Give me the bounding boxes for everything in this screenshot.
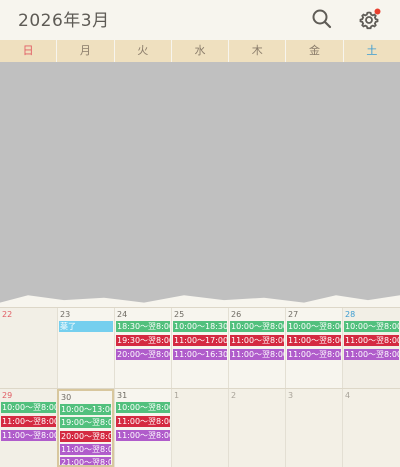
event-bar[interactable]: 11:00〜翌8:00 [230,349,284,360]
event-bar[interactable]: 薬了 [59,321,113,332]
event-bar[interactable]: 11:00〜翌8:00 [1,430,56,441]
event-bar[interactable]: 11:00〜16:30 [173,349,227,360]
event-bar[interactable]: 10:00〜18:30 [173,321,227,332]
day-cell[interactable]: 3 [285,389,342,467]
weekday-header: 日 月 火 水 木 金 土 [0,40,400,62]
day-number: 25 [174,310,185,319]
weekday-sun: 日 [22,44,34,57]
day-number: 28 [345,310,356,319]
event-bar[interactable]: 11:00〜翌8:00 [116,416,170,427]
day-number: 2 [231,391,237,400]
day-cell[interactable]: 31 10:00〜翌8:00 11:00〜翌8:00 11:00〜翌8:00 [114,389,171,467]
day-number: 22 [2,310,13,319]
weekday-tue: 火 [113,40,171,62]
event-bar[interactable]: 11:00〜翌8:00 [230,335,284,346]
search-button[interactable] [307,4,337,34]
notification-dot [374,8,381,15]
calendar-week: 22 23 薬了 24 18:30〜翌8:00 19:30〜翌8:00 20:0… [0,307,400,388]
day-number: 27 [288,310,299,319]
day-cell[interactable]: 27 10:00〜翌8:00 11:00〜翌8:00 11:00〜翌8:00 [285,308,342,388]
event-bar[interactable]: 19:00〜翌8:00 [60,417,111,428]
event-bar[interactable]: 10:00〜翌8:00 [1,402,56,413]
day-cell[interactable]: 4 [342,389,400,467]
day-number: 1 [174,391,180,400]
day-number: 23 [60,310,71,319]
day-number: 24 [117,310,128,319]
event-bar[interactable]: 11:00〜翌8:00 [287,349,341,360]
settings-button[interactable] [355,4,385,34]
day-cell[interactable]: 26 10:00〜翌8:00 11:00〜翌8:00 11:00〜翌8:00 [228,308,285,388]
event-bar[interactable]: 20:00〜翌8:00 [116,349,170,360]
event-bar[interactable]: 10:00〜翌8:00 [287,321,341,332]
weekday-thu: 木 [228,40,285,62]
day-cell[interactable]: 1 [171,389,228,467]
event-bar[interactable]: 20:00〜翌8:00 [60,431,111,442]
day-number: 3 [288,391,294,400]
event-bar[interactable]: 11:00〜翌8:00 [344,335,399,346]
day-cell[interactable]: 28 10:00〜翌8:00 11:00〜翌8:00 11:00〜翌8:00 [342,308,400,388]
day-number: 26 [231,310,242,319]
day-number: 29 [2,391,13,400]
event-bar[interactable]: 18:30〜翌8:00 [116,321,170,332]
event-bar[interactable]: 11:00〜17:00 [173,335,227,346]
event-bar[interactable]: 11:00〜翌8:00 [344,349,399,360]
day-number: 31 [117,391,128,400]
event-bar[interactable]: 10:00〜翌8:00 [116,402,170,413]
event-bar[interactable]: 10:00〜翌8:00 [344,321,399,332]
event-bar[interactable]: 10:00〜13:00 [60,404,111,415]
event-bar[interactable]: 11:00〜翌8:00 [116,430,170,441]
weekday-wed: 水 [170,40,228,62]
day-cell[interactable]: 23 薬了 [57,308,114,388]
day-cell[interactable]: 29 10:00〜翌8:00 11:00〜翌8:00 11:00〜翌8:00 [0,389,57,467]
event-bar[interactable]: 19:30〜翌8:00 [116,335,170,346]
day-number: 30 [61,393,72,402]
top-bar: 2026年3月 [0,0,400,40]
event-bar[interactable]: 11:00〜翌8:00 [60,444,111,455]
event-bar[interactable]: 11:00〜翌8:00 [1,416,56,427]
day-cell[interactable]: 25 10:00〜18:30 11:00〜17:00 11:00〜16:30 [171,308,228,388]
event-bar[interactable]: 11:00〜翌8:00 [287,335,341,346]
search-icon [312,9,332,29]
calendar-week: 29 10:00〜翌8:00 11:00〜翌8:00 11:00〜翌8:00 3… [0,388,400,467]
gear-icon [359,8,381,30]
day-cell[interactable]: 2 [228,389,285,467]
weekday-sat: 土 [342,40,400,62]
weekday-fri: 金 [285,40,342,62]
day-cell-today[interactable]: 30 10:00〜13:00 19:00〜翌8:00 20:00〜翌8:00 1… [57,389,114,467]
day-cell[interactable]: 22 [0,308,57,388]
day-number: 4 [345,391,351,400]
redacted-region [0,62,400,303]
day-cell[interactable]: 24 18:30〜翌8:00 19:30〜翌8:00 20:00〜翌8:00 [114,308,171,388]
weekday-mon: 月 [56,40,113,62]
month-title[interactable]: 2026年3月 [18,6,110,31]
event-bar[interactable]: 10:00〜翌8:00 [230,321,284,332]
